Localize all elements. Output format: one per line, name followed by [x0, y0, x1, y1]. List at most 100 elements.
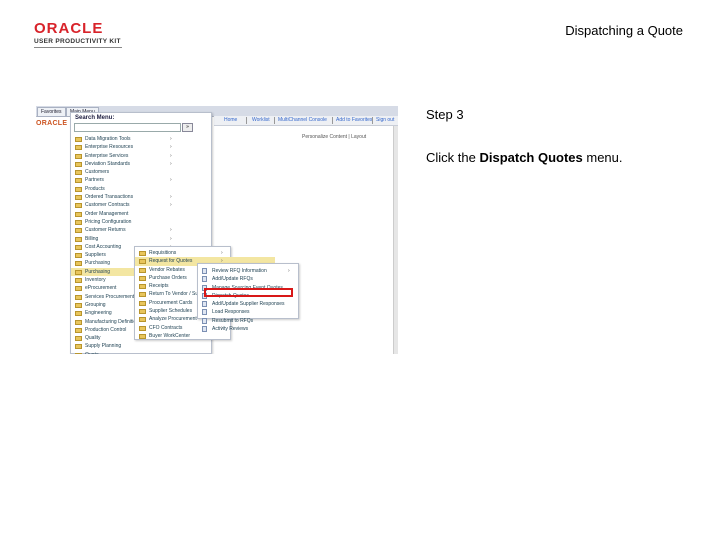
- folder-icon: [75, 137, 82, 142]
- instruction-target: Dispatch Quotes: [479, 150, 583, 165]
- folder-icon: [139, 333, 146, 339]
- menu-item-supply-planning[interactable]: Supply Planning: [71, 342, 211, 350]
- menu-item-label: Procurement Cards: [149, 299, 193, 306]
- menu-item-label: Grouping: [85, 301, 106, 308]
- nav-link-sign-out[interactable]: Sign out: [376, 117, 394, 124]
- menu-item-enterprise-services[interactable]: Enterprise Services ›: [71, 152, 211, 160]
- nav-link-add-favorites[interactable]: Add to Favorites: [336, 117, 372, 124]
- menu-item-customer-contracts[interactable]: Customer Contracts ›: [71, 201, 211, 209]
- step-label: Step 3: [426, 107, 464, 122]
- folder-icon: [75, 269, 82, 275]
- document-icon: [202, 301, 207, 308]
- menu-item-label: Vendor Rebates: [149, 266, 185, 273]
- menu-item-ordered-transactions[interactable]: Ordered Transactions ›: [71, 193, 211, 201]
- document-icon: [202, 326, 207, 333]
- folder-icon: [75, 186, 82, 192]
- nav-link-multichannel[interactable]: MultiChannel Console: [278, 117, 327, 124]
- menu-item-review-rfq-information[interactable]: Review RFQ Information ›: [198, 267, 338, 275]
- nav-separator: [372, 117, 373, 124]
- upk-logo-subtitle: USER PRODUCTIVITY KIT: [34, 38, 121, 45]
- menu-item-label: Customer Returns: [85, 227, 126, 234]
- menu-item-label: Customers: [85, 169, 110, 176]
- rfq-submenu-list: Review RFQ Information › Add/Update RFQs Ma…: [198, 267, 338, 333]
- menu-item-label: Supplier Schedules: [149, 308, 193, 315]
- menu-item-order-management[interactable]: Order Management: [71, 210, 211, 218]
- folder-icon: [75, 319, 82, 325]
- menu-item-add-update-rfqs[interactable]: Add/Update RFQs: [198, 275, 338, 283]
- menu-item-label: Review RFQ Information: [212, 268, 267, 274]
- menu-item-label: Partners: [85, 177, 104, 184]
- menu-item-quote[interactable]: Quote: [71, 351, 211, 354]
- menu-item-products[interactable]: Products: [71, 185, 211, 193]
- vertical-scrollbar[interactable]: [393, 126, 398, 354]
- menu-item-label: Customer Contracts: [85, 202, 130, 209]
- menu-item-label: Return To Vendor / Sum: [149, 291, 203, 298]
- chevron-right-icon: ›: [170, 152, 172, 159]
- menu-item-billing[interactable]: Billing ›: [71, 235, 211, 243]
- menu-item-pricing-configuration[interactable]: Pricing Configuration: [71, 218, 211, 226]
- folder-icon: [75, 261, 82, 267]
- folder-icon: [75, 195, 82, 201]
- chevron-right-icon: ›: [170, 194, 172, 201]
- nav-separator: [332, 117, 333, 124]
- nav-separator: [246, 117, 247, 124]
- menu-item-label: Engineering: [85, 310, 112, 317]
- chevron-right-icon: ›: [170, 136, 172, 142]
- nav-link-home[interactable]: Home: [224, 117, 237, 124]
- menu-item-label: Services Procurement: [85, 293, 135, 300]
- folder-icon: [139, 300, 146, 306]
- menu-search-go-button[interactable]: »: [182, 123, 193, 132]
- menu-item-resubmit-to-rfqs[interactable]: Resubmit to RFQs: [198, 317, 338, 325]
- oracle-upk-logo: ORACLE USER PRODUCTIVITY KIT: [34, 20, 134, 45]
- chevron-right-icon: ›: [170, 144, 172, 151]
- menu-item-label: Quote: [85, 352, 99, 354]
- menu-item-label: Supply Planning: [85, 343, 122, 350]
- menu-item-customer-returns[interactable]: Customer Returns ›: [71, 226, 211, 234]
- menu-item-data-migration-tools[interactable]: Data Migration Tools ›: [71, 135, 211, 143]
- oracle-logo-word: ORACLE: [34, 20, 104, 37]
- menu-item-label: Pricing Configuration: [85, 218, 132, 225]
- folder-icon: [139, 317, 146, 323]
- menu-item-label: CFO Contracts: [149, 324, 183, 331]
- search-menu-label: Search Menu:: [75, 115, 115, 121]
- folder-icon: [75, 311, 82, 317]
- folder-icon: [139, 251, 146, 256]
- menu-item-deviation-standards[interactable]: Deviation Standards ›: [71, 160, 211, 168]
- folder-icon: [75, 344, 82, 350]
- menu-item-label: Production Control: [85, 326, 127, 333]
- menu-item-enterprise-resources[interactable]: Enterprise Resources ›: [71, 143, 211, 151]
- instruction-suffix: menu.: [582, 150, 623, 165]
- menu-item-label: Order Management: [85, 210, 129, 217]
- menu-item-label: Manufacturing Definitions: [85, 318, 142, 325]
- menu-item-activity-reviews[interactable]: Activity Reviews: [198, 325, 338, 333]
- folder-icon: [75, 145, 82, 151]
- folder-icon: [75, 219, 82, 225]
- folder-icon: [75, 294, 82, 300]
- folder-icon: [75, 253, 82, 259]
- menu-item-label: Buyer WorkCenter: [149, 332, 191, 339]
- menu-item-partners[interactable]: Partners ›: [71, 176, 211, 184]
- folder-icon: [75, 327, 82, 333]
- menu-item-customers[interactable]: Customers: [71, 168, 211, 176]
- folder-icon: [75, 161, 82, 167]
- chevron-right-icon: ›: [170, 160, 172, 167]
- folder-icon: [75, 211, 82, 217]
- logo-divider: [34, 47, 122, 48]
- document-icon: [202, 317, 207, 324]
- menu-search-input[interactable]: [74, 123, 181, 132]
- menu-item-requisitions[interactable]: Requisitions ›: [135, 249, 275, 257]
- folder-icon: [75, 278, 82, 284]
- personalize-link[interactable]: Personalize Content | Layout: [302, 134, 366, 140]
- menu-item-label: Inventory: [85, 277, 106, 284]
- chevron-right-icon: ›: [170, 177, 172, 184]
- menu-item-load-responses[interactable]: Load Responses: [198, 308, 338, 316]
- tab-favorites[interactable]: Favorites: [37, 107, 66, 117]
- menu-item-label: Resubmit to RFQs: [212, 317, 254, 324]
- screenshot-nav-bar: Home Worklist MultiChannel Console Add t…: [214, 116, 398, 126]
- menu-item-label: Data Migration Tools: [85, 136, 131, 142]
- screenshot-oracle-logo: ORACLE: [36, 120, 68, 127]
- menu-item-label: Purchasing: [85, 268, 111, 275]
- menu-item-add-update-supplier-responses[interactable]: Add/Update Supplier Responses: [198, 300, 338, 308]
- nav-link-worklist[interactable]: Worklist: [252, 117, 270, 124]
- application-screenshot: Favorites Main Menu Home Worklist MultiC…: [36, 106, 398, 354]
